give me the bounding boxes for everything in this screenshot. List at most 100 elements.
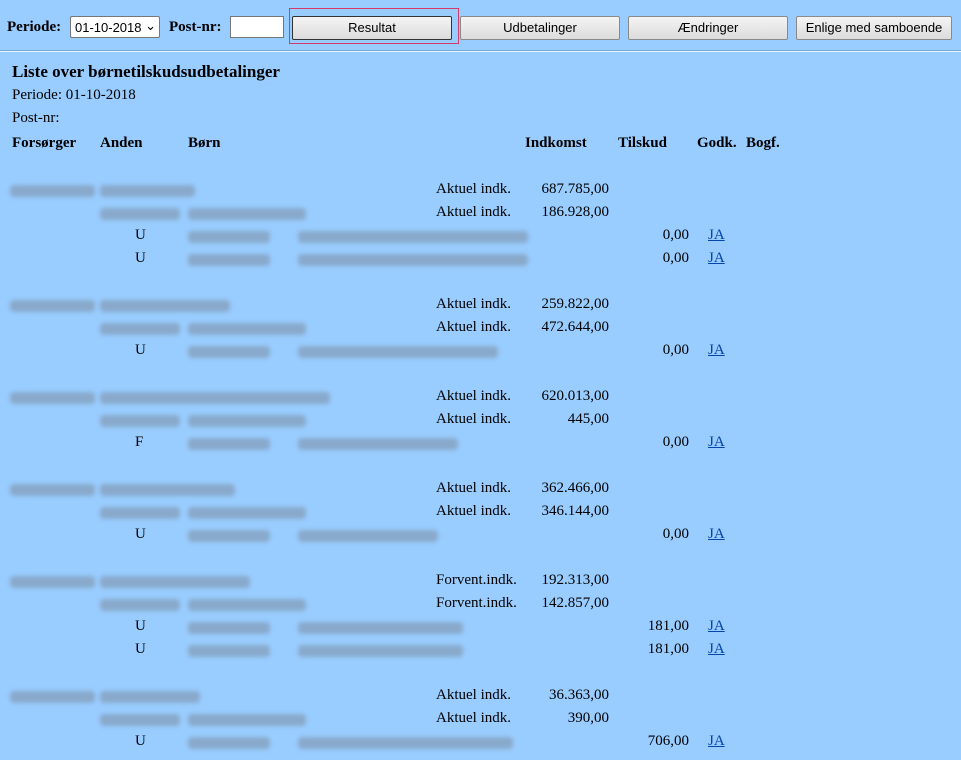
col-tilskud: Tilskud [618, 135, 667, 151]
income-amount: 472.644,00 [541, 319, 610, 335]
income-type: Aktuel indk. [436, 319, 511, 335]
col-anden: Anden [100, 135, 143, 151]
child-code: U [135, 227, 146, 243]
income-type: Aktuel indk. [436, 710, 511, 726]
child-cpr-redacted [188, 645, 270, 657]
postnr-label: Post-nr: [169, 19, 222, 35]
forsorger-name-redacted [100, 576, 250, 588]
anden-name-redacted [188, 208, 306, 220]
anden-cpr-redacted [100, 415, 180, 427]
tilskud-amount: 0,00 [662, 434, 689, 450]
godk-link[interactable]: JA [708, 733, 725, 750]
report-periode: Periode: 01-10-2018 [12, 87, 136, 103]
forsorger-cpr-redacted [10, 300, 95, 312]
child-cpr-redacted [188, 530, 270, 542]
anden-cpr-redacted [100, 208, 180, 220]
child-code: U [135, 733, 146, 749]
anden-cpr-redacted [100, 323, 180, 335]
anden-cpr-redacted [100, 507, 180, 519]
forsorger-name-redacted [100, 300, 230, 312]
tilskud-amount: 181,00 [647, 641, 689, 657]
child-cpr-redacted [188, 737, 270, 749]
income-amount: 142.857,00 [541, 595, 610, 611]
income-amount: 192.313,00 [541, 572, 610, 588]
income-type: Aktuel indk. [436, 204, 511, 220]
child-cpr-redacted [188, 438, 270, 450]
child-code: U [135, 526, 146, 542]
tilskud-amount: 0,00 [662, 250, 689, 266]
child-code: U [135, 250, 146, 266]
income-amount: 186.928,00 [541, 204, 610, 220]
toolbar: Periode: 01-10-2018 ⌄ Post-nr: Resultat … [0, 0, 961, 50]
anden-name-redacted [188, 415, 306, 427]
income-type: Forvent.indk. [436, 572, 517, 588]
chevron-down-icon: ⌄ [145, 18, 156, 33]
godk-link[interactable]: JA [708, 526, 725, 543]
anden-name-redacted [188, 323, 306, 335]
col-indkomst: Indkomst [525, 135, 587, 151]
child-name-redacted [298, 737, 513, 749]
income-type: Aktuel indk. [436, 687, 511, 703]
udbetalinger-button[interactable]: Udbetalinger [460, 16, 620, 40]
child-name-redacted [298, 254, 528, 266]
child-name-redacted [298, 645, 463, 657]
tilskud-amount: 181,00 [647, 618, 689, 634]
child-cpr-redacted [188, 622, 270, 634]
godk-link[interactable]: JA [708, 342, 725, 359]
forsorger-cpr-redacted [10, 691, 95, 703]
income-amount: 390,00 [567, 710, 609, 726]
child-cpr-redacted [188, 346, 270, 358]
forsorger-cpr-redacted [10, 392, 95, 404]
periode-select-value: 01-10-2018 [75, 20, 142, 35]
income-type: Aktuel indk. [436, 181, 511, 197]
child-code: F [135, 434, 144, 450]
anden-name-redacted [188, 599, 306, 611]
forsorger-name-redacted [100, 185, 195, 197]
postnr-input[interactable] [230, 16, 284, 38]
child-name-redacted [298, 346, 498, 358]
income-type: Aktuel indk. [436, 480, 511, 496]
child-code: U [135, 641, 146, 657]
godk-link[interactable]: JA [708, 434, 725, 451]
child-name-redacted [298, 231, 528, 243]
forsorger-cpr-redacted [10, 576, 95, 588]
child-name-redacted [298, 438, 458, 450]
tilskud-amount: 706,00 [647, 733, 689, 749]
anden-cpr-redacted [100, 714, 180, 726]
forsorger-cpr-redacted [10, 185, 95, 197]
resultat-button[interactable]: Resultat [292, 16, 452, 40]
aendringer-button[interactable]: Ændringer [628, 16, 788, 40]
income-type: Forvent.indk. [436, 595, 517, 611]
income-amount: 362.466,00 [541, 480, 610, 496]
col-bogf: Bogf. [746, 135, 780, 151]
income-type: Aktuel indk. [436, 411, 511, 427]
tilskud-amount: 0,00 [662, 526, 689, 542]
child-code: U [135, 342, 146, 358]
income-type: Aktuel indk. [436, 296, 511, 312]
tilskud-amount: 0,00 [662, 342, 689, 358]
enlige-button[interactable]: Enlige med samboende [796, 16, 952, 40]
income-type: Aktuel indk. [436, 503, 511, 519]
col-forsorger: Forsørger [12, 135, 77, 151]
godk-link[interactable]: JA [708, 227, 725, 244]
anden-cpr-redacted [100, 599, 180, 611]
tilskud-amount: 0,00 [662, 227, 689, 243]
income-type: Aktuel indk. [436, 388, 511, 404]
godk-link[interactable]: JA [708, 618, 725, 635]
divider [0, 50, 961, 52]
forsorger-cpr-redacted [10, 484, 95, 496]
godk-link[interactable]: JA [708, 641, 725, 658]
child-code: U [135, 618, 146, 634]
periode-select[interactable]: 01-10-2018 ⌄ [70, 16, 160, 38]
income-amount: 687.785,00 [541, 181, 610, 197]
forsorger-name-redacted [100, 484, 235, 496]
godk-link[interactable]: JA [708, 250, 725, 267]
anden-name-redacted [188, 714, 306, 726]
forsorger-name-redacted [100, 392, 330, 404]
report-title: Liste over børnetilskudsudbetalinger [12, 62, 280, 81]
income-amount: 36.363,00 [549, 687, 609, 703]
income-amount: 445,00 [567, 411, 609, 427]
child-name-redacted [298, 622, 463, 634]
income-amount: 620.013,00 [541, 388, 610, 404]
col-born: Børn [188, 135, 221, 151]
